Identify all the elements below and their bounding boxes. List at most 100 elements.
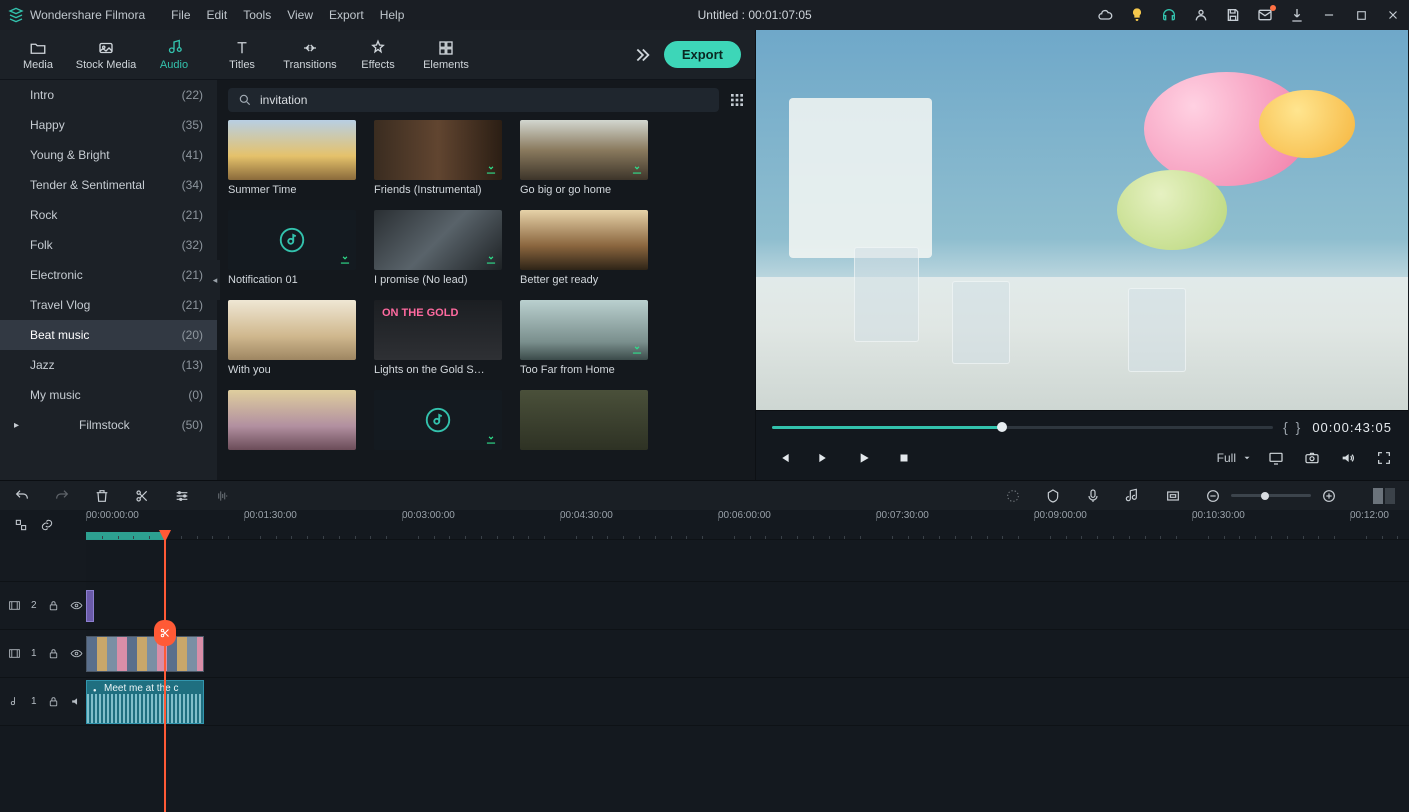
link-icon[interactable] — [40, 518, 54, 532]
category-item[interactable]: Young & Bright(41) — [0, 140, 217, 170]
asset-thumbnail[interactable] — [374, 210, 502, 270]
window-minimize-icon[interactable] — [1321, 7, 1337, 23]
external-preview-icon[interactable] — [1268, 450, 1284, 466]
lock-icon[interactable] — [47, 599, 60, 612]
adjust-icon[interactable] — [174, 488, 190, 504]
tab-stock-media[interactable]: Stock Media — [72, 39, 140, 71]
tab-elements[interactable]: Elements — [412, 39, 480, 71]
window-close-icon[interactable] — [1385, 7, 1401, 23]
render-icon[interactable] — [1005, 488, 1021, 504]
asset-card[interactable]: Too Far from Home — [520, 300, 648, 376]
playhead-split-icon[interactable] — [154, 620, 176, 646]
asset-thumbnail[interactable] — [228, 300, 356, 360]
split-icon[interactable] — [134, 488, 150, 504]
account-icon[interactable] — [1193, 7, 1209, 23]
category-item[interactable]: Travel Vlog(21) — [0, 290, 217, 320]
playhead[interactable] — [164, 540, 166, 812]
clip-video[interactable] — [86, 636, 204, 672]
category-item[interactable]: My music(0) — [0, 380, 217, 410]
asset-card[interactable] — [520, 390, 648, 454]
next-frame-button[interactable] — [816, 450, 832, 466]
zoom-in-icon[interactable] — [1321, 488, 1337, 504]
clip-overlay[interactable] — [86, 590, 94, 622]
marker-icon[interactable] — [1045, 488, 1061, 504]
more-icon[interactable] — [630, 44, 652, 66]
download-badge-icon[interactable] — [630, 342, 644, 356]
asset-thumbnail[interactable] — [228, 390, 356, 450]
zoom-slider[interactable] — [1231, 494, 1311, 497]
voiceover-icon[interactable] — [1085, 488, 1101, 504]
audio-waveform-icon[interactable] — [214, 488, 230, 504]
asset-thumbnail[interactable] — [520, 210, 648, 270]
menu-edit[interactable]: Edit — [207, 8, 228, 22]
zoom-out-icon[interactable] — [1205, 488, 1221, 504]
prev-frame-button[interactable] — [776, 450, 792, 466]
asset-thumbnail[interactable]: ON THE GOLD — [374, 300, 502, 360]
category-item[interactable]: Tender & Sentimental(34) — [0, 170, 217, 200]
redo-icon[interactable] — [54, 488, 70, 504]
asset-thumbnail[interactable] — [228, 210, 356, 270]
download-badge-icon[interactable] — [338, 252, 352, 266]
asset-thumbnail[interactable] — [520, 300, 648, 360]
menu-view[interactable]: View — [287, 8, 313, 22]
asset-card[interactable]: Friends (Instrumental) — [374, 120, 502, 196]
category-item[interactable]: Intro(22) — [0, 80, 217, 110]
track-video-2[interactable]: 2 — [0, 582, 1409, 630]
timeline-ruler[interactable]: 00:00:00:0000:01:30:0000:03:00:0000:04:3… — [86, 510, 1409, 540]
track-video-1[interactable]: 1 — [0, 630, 1409, 678]
asset-card[interactable]: Notification 01 — [228, 210, 356, 286]
asset-thumbnail[interactable] — [520, 390, 648, 450]
asset-thumbnail[interactable] — [228, 120, 356, 180]
crop-icon[interactable] — [1165, 488, 1181, 504]
category-item[interactable]: Filmstock(50) — [0, 410, 217, 440]
grid-view-icon[interactable] — [729, 92, 745, 108]
audio-mixer-icon[interactable] — [1125, 488, 1141, 504]
tab-transitions[interactable]: Transitions — [276, 39, 344, 71]
category-item[interactable]: Beat music(20) — [0, 320, 217, 350]
fullscreen-icon[interactable] — [1376, 450, 1392, 466]
category-item[interactable]: Jazz(13) — [0, 350, 217, 380]
asset-card[interactable] — [374, 390, 502, 454]
lock-icon[interactable] — [47, 647, 60, 660]
asset-thumbnail[interactable] — [374, 390, 502, 450]
category-list[interactable]: Intro(22)Happy(35)Young & Bright(41)Tend… — [0, 80, 218, 480]
download-icon[interactable] — [1289, 7, 1305, 23]
asset-card[interactable] — [228, 390, 356, 454]
delete-icon[interactable] — [94, 488, 110, 504]
play-button[interactable] — [856, 450, 872, 466]
asset-card[interactable]: Better get ready — [520, 210, 648, 286]
undo-icon[interactable] — [14, 488, 30, 504]
asset-card[interactable]: I promise (No lead) — [374, 210, 502, 286]
timeline-settings-icon[interactable] — [14, 518, 28, 532]
preview-canvas[interactable] — [756, 30, 1408, 410]
asset-card[interactable]: Go big or go home — [520, 120, 648, 196]
category-item[interactable]: Folk(32) — [0, 230, 217, 260]
bulb-icon[interactable] — [1129, 7, 1145, 23]
asset-card[interactable]: Summer Time — [228, 120, 356, 196]
download-badge-icon[interactable] — [484, 432, 498, 446]
tab-titles[interactable]: Titles — [208, 39, 276, 71]
collapse-sidebar-handle[interactable]: ◂ — [210, 260, 220, 300]
window-maximize-icon[interactable] — [1353, 7, 1369, 23]
stop-button[interactable] — [896, 450, 912, 466]
search-box[interactable] — [228, 88, 719, 112]
category-item[interactable]: Happy(35) — [0, 110, 217, 140]
progress-slider[interactable] — [772, 426, 1273, 429]
download-badge-icon[interactable] — [630, 162, 644, 176]
snapshot-icon[interactable] — [1304, 450, 1320, 466]
clip-audio[interactable]: Meet me at the c — [86, 680, 204, 724]
asset-card[interactable]: With you — [228, 300, 356, 376]
in-out-markers[interactable]: { } — [1283, 419, 1302, 435]
tab-effects[interactable]: Effects — [344, 39, 412, 71]
eye-icon[interactable] — [70, 599, 83, 612]
track-size-toggle[interactable] — [1373, 488, 1395, 504]
search-input[interactable] — [260, 93, 709, 107]
download-badge-icon[interactable] — [484, 162, 498, 176]
support-icon[interactable] — [1161, 7, 1177, 23]
track-audio-1[interactable]: 1 Meet me at the c — [0, 678, 1409, 726]
menu-export[interactable]: Export — [329, 8, 364, 22]
playback-quality-select[interactable]: Full — [1217, 451, 1252, 465]
eye-icon[interactable] — [70, 647, 83, 660]
menu-tools[interactable]: Tools — [243, 8, 271, 22]
asset-card[interactable]: ON THE GOLDLights on the Gold S… — [374, 300, 502, 376]
